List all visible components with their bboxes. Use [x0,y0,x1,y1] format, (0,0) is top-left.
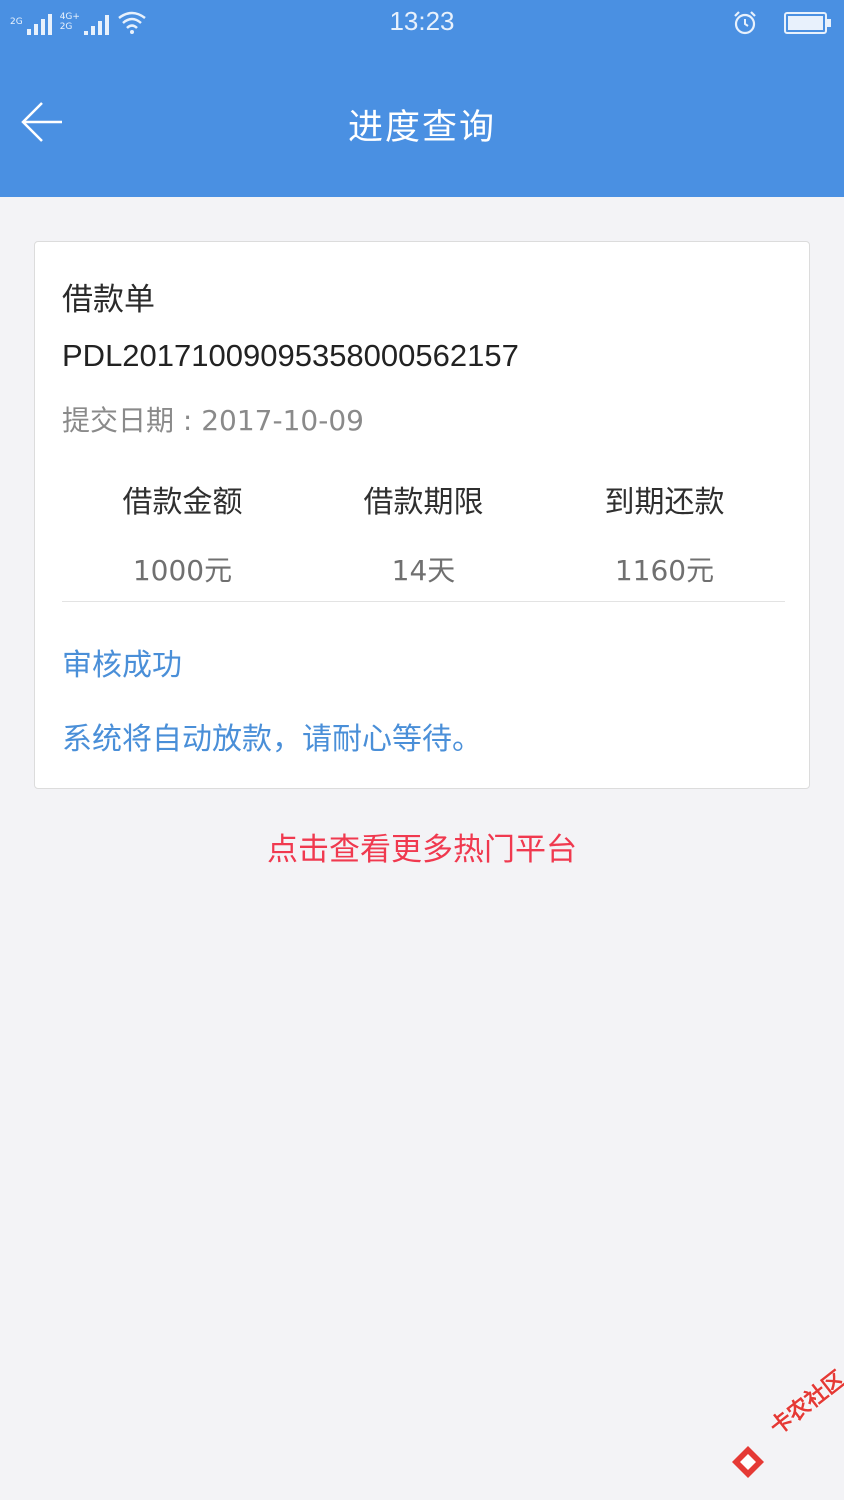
status-right [732,8,832,38]
order-number: PDL20171009095358000562157 [62,338,519,373]
metric-value: 1160元 [614,554,715,587]
alarm-icon [732,10,758,36]
metric-label: 借款金额 [122,485,243,520]
top-bar: 2G 4G+ 2G 13:23 进度查询 [0,0,844,197]
submit-date: 提交日期 : 2017-10-09 [62,404,364,437]
signal-bars-1-icon [26,13,52,35]
loan-metrics: 借款金额 1000元 借款期限 14天 到期还款 1160元 [62,482,785,590]
watermark-icon [732,1446,764,1478]
status-bar: 2G 4G+ 2G 13:23 [0,0,844,48]
status-left: 2G 4G+ 2G [10,8,147,36]
signal-2: 4G+ 2G [60,9,109,35]
loan-card: 借款单 PDL20171009095358000562157 提交日期 : 20… [34,241,810,789]
network-2-label: 4G+ 2G [59,12,80,32]
back-arrow-icon[interactable] [20,100,64,144]
metric-repayment: 到期还款 1160元 [544,482,785,590]
metric-label: 借款期限 [363,485,484,520]
network-1-label: 2G [10,17,23,27]
metric-value: 1000元 [132,554,233,587]
nav-bar: 进度查询 [0,48,844,197]
metric-loan-amount: 借款金额 1000元 [62,482,303,590]
metric-loan-term: 借款期限 14天 [303,482,544,590]
more-platforms-link[interactable]: 点击查看更多热门平台 [0,824,844,869]
watermark-logo: 卡农社区 [728,1367,844,1488]
review-status: 审核成功 [62,648,182,683]
battery-icon [784,12,832,34]
page-title: 进度查询 [347,108,496,148]
status-message: 系统将自动放款，请耐心等待。 [62,722,482,757]
watermark-text: 卡农社区 [765,1366,844,1441]
metric-label: 到期还款 [604,485,725,520]
metric-value: 14天 [391,554,456,587]
signal-1: 2G [10,9,52,35]
signal-bars-2-icon [83,13,109,35]
loan-card-title: 借款单 [62,282,155,318]
wifi-icon [117,10,147,34]
divider [62,601,785,602]
